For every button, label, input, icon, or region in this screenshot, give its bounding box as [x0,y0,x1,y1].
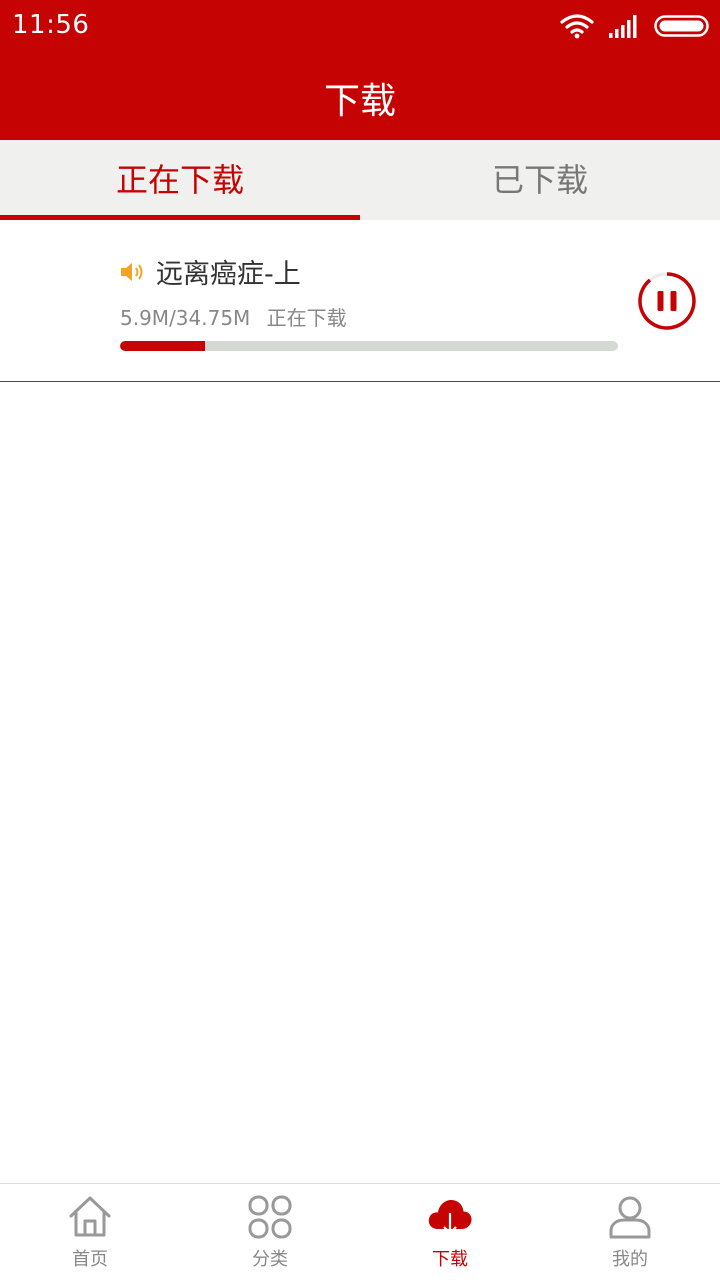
battery-icon [654,15,709,37]
download-meta: 5.9M/34.75M 正在下载 [120,302,347,331]
tab-downloading[interactable]: 正在下载 [0,140,360,220]
download-item[interactable]: 远离癌症-上 5.9M/34.75M 正在下载 [0,220,720,382]
status-time: 11:56 [12,10,90,40]
page-title: 下载 [323,81,396,122]
nav-mine-label: 我的 [612,1249,648,1270]
signal-icon [609,15,637,38]
nav-category-label: 分类 [252,1249,288,1270]
download-size: 5.9M/34.75M [120,306,251,330]
category-grid-icon [248,1195,292,1239]
app-bar: 下载 [0,52,720,140]
nav-download[interactable]: 下载 [360,1184,540,1280]
bottom-nav: 首页 分类 下载 我的 [0,1183,720,1280]
status-bar: 11:56 [0,0,720,52]
tab-downloaded[interactable]: 已下载 [360,140,720,220]
status-icons [560,10,710,42]
nav-home-label: 首页 [72,1249,108,1270]
cloud-download-icon [428,1200,472,1235]
download-status: 正在下载 [266,306,347,330]
download-title: 远离癌症-上 [156,259,301,290]
user-icon [609,1196,651,1239]
pause-icon[interactable] [636,270,698,332]
nav-mine[interactable]: 我的 [540,1184,720,1280]
nav-download-label: 下载 [432,1249,468,1270]
download-list: 远离癌症-上 5.9M/34.75M 正在下载 [0,220,720,382]
wifi-icon [560,14,594,39]
download-progress-bar [120,341,618,351]
speaker-icon [121,263,143,281]
home-icon [69,1196,111,1237]
nav-home[interactable]: 首页 [0,1184,180,1280]
download-progress-fill [120,341,205,351]
download-tabs: 正在下载 已下载 [0,140,720,220]
nav-category[interactable]: 分类 [180,1184,360,1280]
